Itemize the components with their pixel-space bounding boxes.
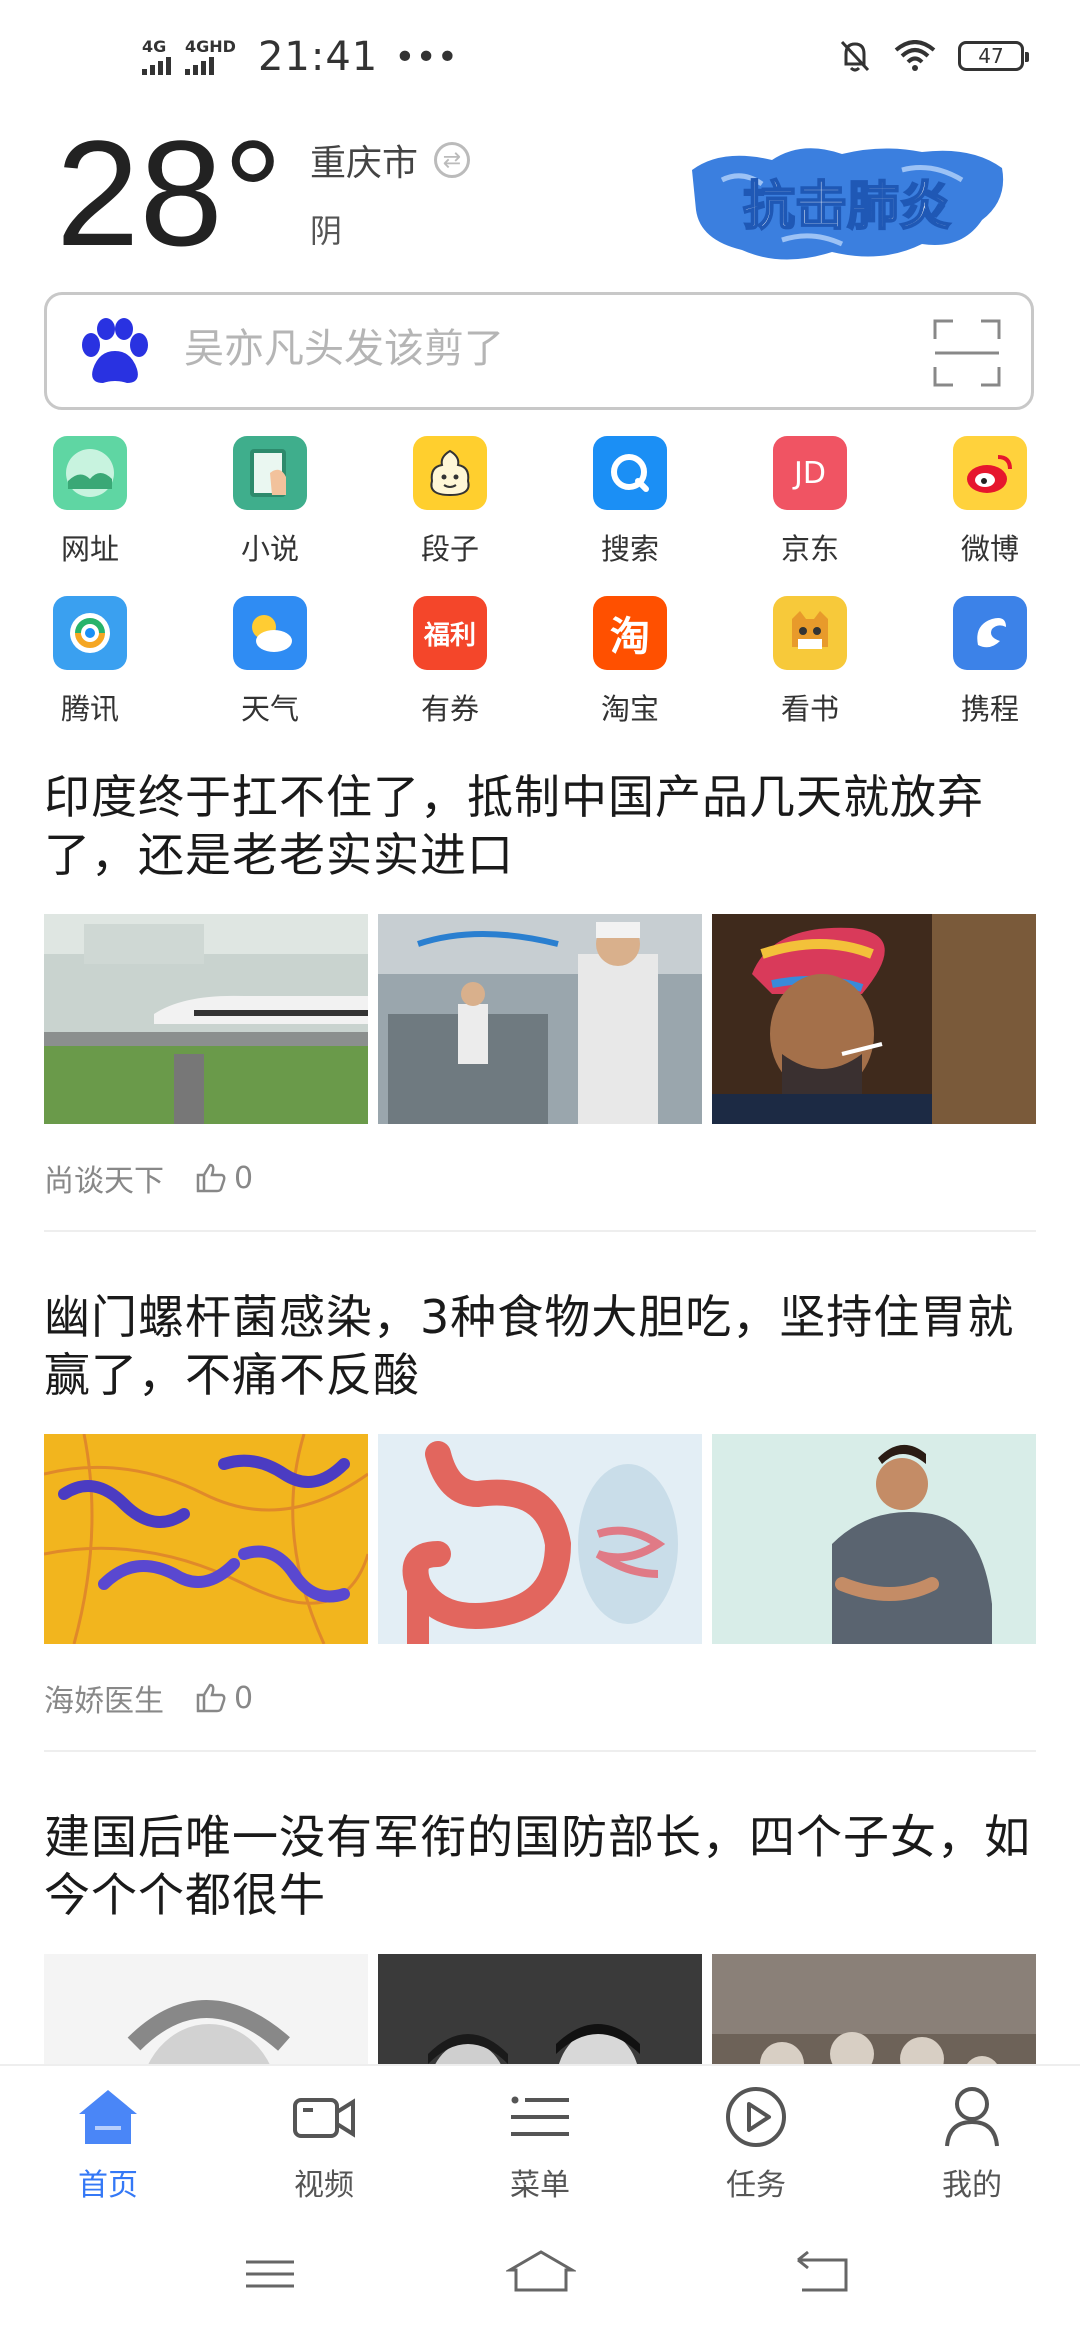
like-count: 0: [234, 1160, 254, 1196]
user-icon: [945, 2087, 999, 2147]
like-button[interactable]: 0: [194, 1681, 253, 1716]
jd-icon: JD: [773, 436, 847, 510]
status-bar: 4G 4GHD 21:41 ••• 47: [0, 0, 1080, 120]
cat-book-icon: [773, 596, 847, 670]
switch-city-icon[interactable]: ⇄: [434, 142, 471, 178]
weather-icon: [233, 596, 307, 670]
shortcut-taobao[interactable]: 淘 淘宝: [540, 596, 720, 756]
home-icon: [79, 2090, 137, 2144]
shortcut-readbook[interactable]: 看书: [720, 596, 900, 756]
coupon-icon: 福利: [413, 596, 487, 670]
shortcut-search[interactable]: 搜索: [540, 436, 720, 596]
shortcut-jokes[interactable]: 段子: [360, 436, 540, 596]
search-input[interactable]: [182, 325, 946, 373]
mute-bell-icon: [840, 40, 870, 72]
news-article[interactable]: 幽门螺杆菌感染，3种食物大胆吃，坚持住胃就赢了，不痛不反酸 海娇医生 0: [44, 1288, 1036, 1752]
article-image-train[interactable]: [44, 914, 368, 1124]
baidu-paw-icon: [82, 318, 148, 383]
nav-label: 任务: [726, 2168, 786, 2203]
taobao-icon: 淘: [593, 596, 667, 670]
tencent-icon: [53, 596, 127, 670]
article-image-stomach-ache[interactable]: [712, 1434, 1036, 1644]
city-selector[interactable]: 重庆市 ⇄: [310, 134, 471, 186]
nav-profile[interactable]: 我的: [864, 2066, 1080, 2206]
nav-label: 视频: [294, 2168, 354, 2203]
divider: [44, 1750, 1036, 1752]
article-title[interactable]: 印度终于扛不住了，抵制中国产品几天就放弃了，还是老老实实进口: [44, 768, 1036, 884]
article-source[interactable]: 海娇医生: [44, 1676, 164, 1720]
like-button[interactable]: 0: [194, 1161, 253, 1196]
nav-home[interactable]: 首页: [0, 2066, 216, 2206]
clock: 21:41: [257, 34, 379, 80]
weibo-icon: [953, 436, 1027, 510]
wifi-icon: [894, 40, 936, 71]
globe-icon: [53, 436, 127, 510]
nav-video[interactable]: 视频: [216, 2066, 432, 2206]
shortcut-grid: 网址 小说 段子 搜索 JD 京东 微博 腾讯 天气 福利 有券 淘 淘宝 看书…: [0, 436, 1080, 756]
nav-label: 菜单: [510, 2168, 570, 2203]
video-icon: [293, 2098, 355, 2138]
shortcut-ctrip[interactable]: 携程: [900, 596, 1080, 756]
weather-condition: 阴: [310, 212, 343, 250]
system-nav-bar: [0, 2204, 1080, 2340]
thumbs-up-icon: [196, 1163, 226, 1193]
bottom-nav: 首页 视频 菜单 任务 我的: [0, 2064, 1080, 2206]
scan-icon[interactable]: [931, 317, 1003, 389]
article-image-stomach[interactable]: [378, 1434, 702, 1644]
menu-icon: [511, 2096, 569, 2136]
article-title[interactable]: 幽门螺杆菌感染，3种食物大胆吃，坚持住胃就赢了，不痛不反酸: [44, 1288, 1036, 1404]
cellular-signal-2-icon: 4GHD: [185, 39, 236, 75]
temperature[interactable]: 28°: [56, 118, 283, 268]
nav-label: 首页: [78, 2168, 138, 2203]
recent-apps-icon[interactable]: [240, 2244, 300, 2304]
back-icon[interactable]: [792, 2244, 852, 2304]
article-image-bacteria[interactable]: [44, 1434, 368, 1644]
divider: [44, 1230, 1036, 1232]
nav-label: 我的: [942, 2168, 1002, 2203]
like-count: 0: [234, 1680, 254, 1716]
battery-icon: 47: [958, 41, 1029, 71]
more-notifications-icon: •••: [394, 36, 458, 78]
thumbs-up-icon: [196, 1683, 226, 1713]
shortcut-tencent[interactable]: 腾讯: [0, 596, 180, 756]
campaign-banner[interactable]: 抗击肺炎: [682, 140, 1012, 270]
book-icon: [233, 436, 307, 510]
cellular-signal-icon: 4G: [142, 39, 171, 75]
city-name: 重庆市: [310, 143, 419, 184]
shortcut-website[interactable]: 网址: [0, 436, 180, 596]
shortcut-weather[interactable]: 天气: [180, 596, 360, 756]
article-title[interactable]: 建国后唯一没有军衔的国防部长，四个子女，如今个个都很牛: [44, 1808, 1036, 1924]
article-source[interactable]: 尚谈天下: [44, 1156, 164, 1200]
article-image-factory[interactable]: [378, 914, 702, 1124]
news-article[interactable]: 印度终于扛不住了，抵制中国产品几天就放弃了，还是老老实实进口 尚谈天下 0: [44, 768, 1036, 1232]
shortcut-weibo[interactable]: 微博: [900, 436, 1080, 596]
search-icon: [593, 436, 667, 510]
joke-icon: [413, 436, 487, 510]
shortcut-coupon[interactable]: 福利 有券: [360, 596, 540, 756]
shortcut-novel[interactable]: 小说: [180, 436, 360, 596]
home-button-icon[interactable]: [506, 2244, 576, 2304]
ctrip-icon: [953, 596, 1027, 670]
play-circle-icon: [726, 2087, 786, 2147]
world-map-banner-image: 抗击肺炎: [692, 148, 1004, 260]
search-bar[interactable]: [44, 292, 1034, 410]
shortcut-jd[interactable]: JD 京东: [720, 436, 900, 596]
article-image-man-turban[interactable]: [712, 914, 1036, 1124]
nav-tasks[interactable]: 任务: [648, 2066, 864, 2206]
banner-text: 抗击肺炎: [743, 177, 951, 237]
nav-menu[interactable]: 菜单: [432, 2066, 648, 2206]
